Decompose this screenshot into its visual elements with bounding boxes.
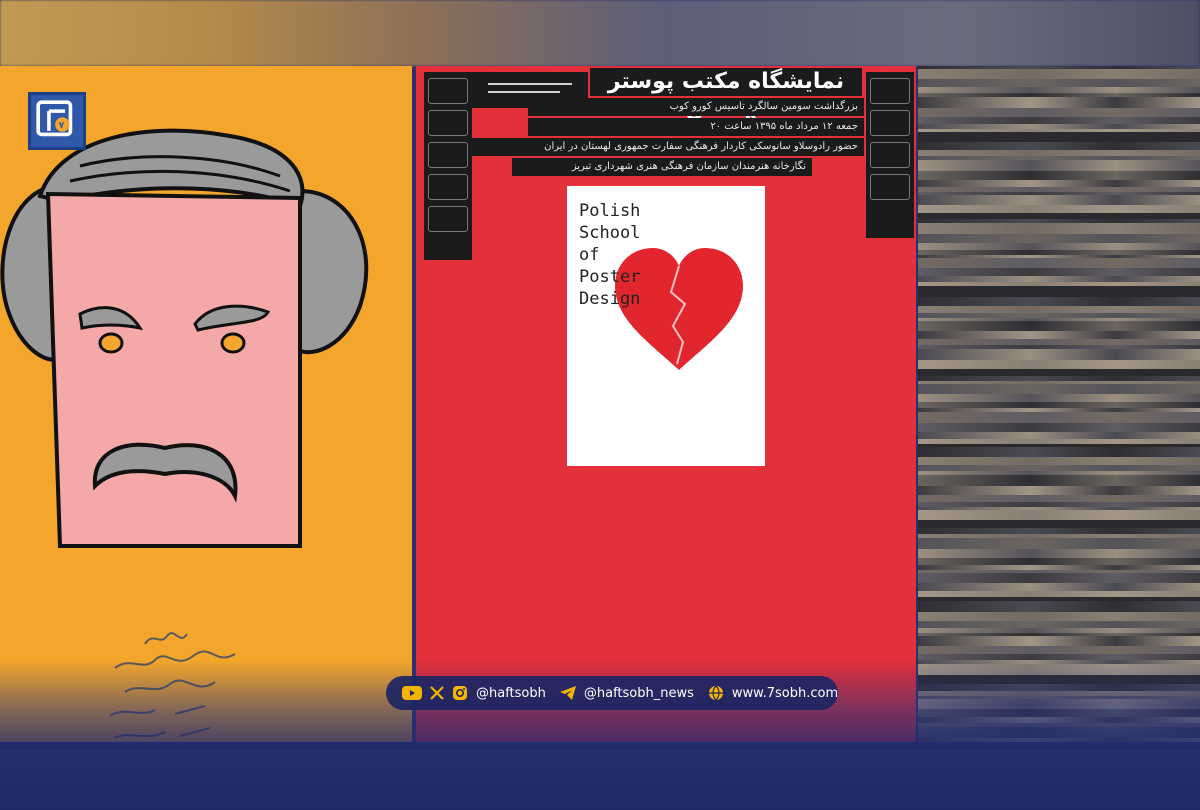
poster-guests: حضور رادوسلاو سانوسکی کاردار فرهنگی سفار… (472, 138, 864, 156)
blur-stripe (918, 142, 1200, 150)
blur-stripe (918, 384, 1200, 394)
blur-stripe (918, 297, 1200, 306)
poster-subtitle: بزرگداشت سومین سالگرد تاسیس کورو کوب (528, 98, 864, 116)
blur-stripe (918, 510, 1200, 520)
blur-stripe (918, 369, 1200, 376)
blur-stripe (918, 286, 1200, 297)
caricature-panel (0, 66, 412, 742)
blur-stripe (918, 684, 1200, 691)
blur-stripe (918, 195, 1200, 205)
blur-stripe (918, 612, 1200, 621)
instagram-handle[interactable]: @haftsobh (476, 686, 546, 701)
blur-stripe (918, 699, 1200, 709)
blur-stripe (918, 423, 1200, 432)
blur-stripe (918, 205, 1200, 213)
blur-stripe (918, 709, 1200, 717)
blur-stripe (918, 558, 1200, 565)
svg-text:۷: ۷ (59, 121, 65, 131)
blur-stripe (918, 268, 1200, 276)
blur-stripe (918, 538, 1200, 549)
blur-stripe (918, 117, 1200, 124)
blur-stripe (918, 621, 1200, 628)
blur-stripe (918, 258, 1200, 268)
blur-stripe (918, 675, 1200, 684)
poster-right-logos (866, 72, 914, 238)
blur-stripe (918, 349, 1200, 360)
blurred-image-panel (918, 66, 1200, 742)
youtube-icon[interactable] (402, 686, 422, 700)
blur-stripe (918, 457, 1200, 465)
poster-title: نمایشگاه مکتب پوستر لهستان (590, 68, 862, 122)
blur-stripe (918, 727, 1200, 738)
artist-signature (95, 626, 275, 742)
blur-stripe (918, 495, 1200, 502)
blur-stripe (918, 549, 1200, 558)
poster-venue: نگارخانه هنرمندان سازمان فرهنگی هنری شهر… (512, 158, 812, 176)
blur-stripe (918, 520, 1200, 528)
blur-stripe (918, 243, 1200, 250)
haftsobh-logo: ۷ (28, 92, 86, 150)
blur-stripe (918, 234, 1200, 243)
blur-stripe (918, 412, 1200, 423)
blur-stripe (918, 306, 1200, 313)
blur-stripe (918, 160, 1200, 171)
blur-stripe (918, 432, 1200, 439)
blur-stripe (918, 321, 1200, 331)
blur-stripe (918, 664, 1200, 675)
blur-stripe (918, 223, 1200, 234)
blur-stripe (918, 171, 1200, 180)
telegram-icon[interactable] (559, 686, 576, 700)
blur-stripe (918, 132, 1200, 142)
poster-header: نمایشگاه مکتب پوستر لهستان بزرگداشت سومی… (472, 68, 864, 176)
blur-stripe (918, 646, 1200, 654)
blur-stripe (918, 475, 1200, 486)
social-links-bar: @haftsobh @haftsobh_news www.7sobh.com (386, 676, 838, 710)
blur-stripe (918, 79, 1200, 87)
exhibition-poster: نمایشگاه مکتب پوستر لهستان بزرگداشت سومی… (416, 66, 916, 742)
blur-stripe (918, 394, 1200, 402)
blur-stripe (918, 180, 1200, 187)
polish-school-poster: Polish School of Poster Design (567, 186, 765, 466)
blur-stripe (918, 583, 1200, 591)
telegram-handle[interactable]: @haftsobh_news (584, 686, 694, 701)
blur-stripe (918, 360, 1200, 369)
blur-stripe (918, 573, 1200, 583)
poster-date: جمعه ۱۲ مرداد ماه ۱۳۹۵ ساعت ۲۰ (528, 118, 864, 136)
poster-english-text: Polish School of Poster Design (579, 201, 641, 309)
blur-stripe (918, 447, 1200, 457)
bottom-blue-band (0, 742, 1200, 810)
instagram-icon[interactable] (452, 685, 468, 701)
website-link[interactable]: www.7sobh.com (732, 686, 838, 701)
blur-stripe (918, 636, 1200, 646)
blur-stripe (918, 69, 1200, 79)
poster-left-logos (424, 72, 472, 260)
blur-stripe (918, 738, 1200, 742)
blur-stripe (918, 97, 1200, 108)
blur-stripe (918, 331, 1200, 339)
blur-stripe (918, 486, 1200, 495)
blur-stripe (918, 108, 1200, 117)
top-blur-band (0, 0, 1200, 66)
x-icon[interactable] (430, 686, 444, 700)
globe-icon[interactable] (708, 685, 724, 701)
blur-stripe (918, 601, 1200, 612)
